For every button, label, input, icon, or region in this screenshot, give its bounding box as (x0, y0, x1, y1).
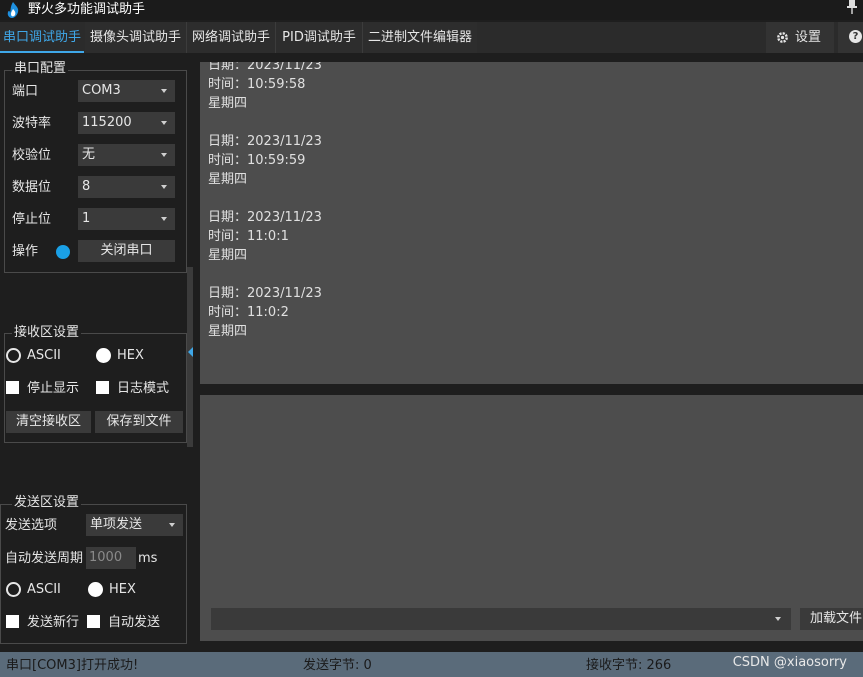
sent-bytes-count: 发送字节: 0 (303, 658, 372, 673)
port-status-indicator (56, 245, 70, 259)
send-text-area[interactable] (200, 395, 863, 641)
send-newline-checkbox[interactable] (6, 615, 19, 628)
send-hex-radio[interactable] (88, 582, 103, 597)
auto-send-period-input[interactable]: 1000 (86, 547, 136, 569)
save-to-file-button[interactable]: 保存到文件 (95, 411, 183, 433)
tab-camera-debug[interactable]: 摄像头调试助手 (85, 22, 187, 53)
stop-display-label: 停止显示 (27, 381, 80, 396)
help-icon: ? (849, 30, 862, 43)
recv-hex-radio[interactable] (96, 348, 111, 363)
port-value: COM3 (82, 83, 121, 98)
port-select[interactable]: COM3 (78, 80, 175, 102)
receive-text-area[interactable]: 日期：2023/11/23 时间：10:59:58 星期四 日期：2023/11… (200, 62, 863, 384)
send-settings-title: 发送区设置 (12, 495, 82, 511)
port-label: 端口 (12, 84, 39, 99)
send-option-select[interactable]: 单项发送 (86, 514, 183, 536)
status-message: 串口[COM3]打开成功! (6, 658, 139, 673)
chevron-down-icon (169, 523, 175, 527)
parity-select[interactable]: 无 (78, 144, 175, 166)
send-option-value: 单项发送 (90, 517, 143, 532)
receive-content: 日期：2023/11/23 时间：10:59:58 星期四 日期：2023/11… (208, 62, 322, 339)
settings-label: 设置 (795, 30, 822, 45)
log-mode-label: 日志模式 (117, 381, 170, 396)
send-ascii-label: ASCII (27, 582, 61, 597)
settings-button[interactable]: 设置 (766, 22, 834, 53)
load-file-button[interactable]: 加载文件 (800, 608, 863, 630)
recv-ascii-label: ASCII (27, 348, 61, 363)
chevron-down-icon (161, 121, 167, 125)
serial-config-title: 串口配置 (12, 61, 69, 77)
tab-serial-debug[interactable]: 串口调试助手 (0, 22, 84, 53)
tab-network-debug[interactable]: 网络调试助手 (187, 22, 276, 53)
tab-pid-debug[interactable]: PID调试助手 (276, 22, 363, 53)
baud-select[interactable]: 115200 (78, 112, 175, 134)
chevron-down-icon (775, 617, 781, 621)
auto-send-period-label: 自动发送周期 (5, 551, 84, 566)
flame-logo-icon (7, 2, 19, 18)
chevron-down-icon (161, 185, 167, 189)
databits-select[interactable]: 8 (78, 176, 175, 198)
collapse-arrow-icon[interactable] (188, 347, 193, 357)
stop-display-checkbox[interactable] (6, 381, 19, 394)
status-bar: 串口[COM3]打开成功! 发送字节: 0 接收字节: 266 CSDN @xi… (0, 652, 863, 677)
send-ascii-radio[interactable] (6, 582, 21, 597)
panel-splitter[interactable] (187, 267, 193, 447)
recv-settings-title: 接收区设置 (12, 325, 82, 341)
databits-label: 数据位 (12, 180, 52, 195)
chevron-down-icon (161, 153, 167, 157)
chevron-down-icon (161, 217, 167, 221)
recv-bytes-count: 接收字节: 266 (586, 658, 672, 673)
app-title: 野火多功能调试助手 (28, 2, 146, 17)
databits-value: 8 (82, 179, 91, 194)
send-hex-label: HEX (109, 582, 136, 597)
send-option-label: 发送选项 (5, 518, 58, 533)
auto-send-checkbox[interactable] (87, 615, 100, 628)
gear-icon (777, 32, 788, 43)
pin-icon[interactable] (847, 0, 857, 19)
auto-send-label: 自动发送 (108, 615, 161, 630)
close-port-button[interactable]: 关闭串口 (78, 240, 175, 262)
stopbits-value: 1 (82, 211, 91, 226)
baud-value: 115200 (82, 115, 132, 130)
log-mode-checkbox[interactable] (96, 381, 109, 394)
tab-bar: 串口调试助手 摄像头调试助手 网络调试助手 PID调试助手 二进制文件编辑器 设… (0, 22, 863, 53)
title-bar: 野火多功能调试助手 (0, 0, 863, 20)
tab-binary-editor[interactable]: 二进制文件编辑器 (363, 22, 477, 53)
stopbits-select[interactable]: 1 (78, 208, 175, 230)
period-unit-label: ms (138, 551, 158, 566)
chevron-down-icon (161, 89, 167, 93)
operation-label: 操作 (12, 244, 39, 259)
recv-ascii-radio[interactable] (6, 348, 21, 363)
send-newline-label: 发送新行 (27, 615, 80, 630)
recv-hex-label: HEX (117, 348, 144, 363)
send-history-select[interactable] (211, 608, 791, 630)
baud-label: 波特率 (12, 116, 52, 131)
watermark: CSDN @xiaosorry (732, 655, 847, 670)
help-button[interactable]: ? (838, 22, 863, 53)
parity-label: 校验位 (12, 148, 52, 163)
parity-value: 无 (82, 147, 96, 162)
clear-recv-button[interactable]: 清空接收区 (6, 411, 91, 433)
stopbits-label: 停止位 (12, 212, 52, 227)
